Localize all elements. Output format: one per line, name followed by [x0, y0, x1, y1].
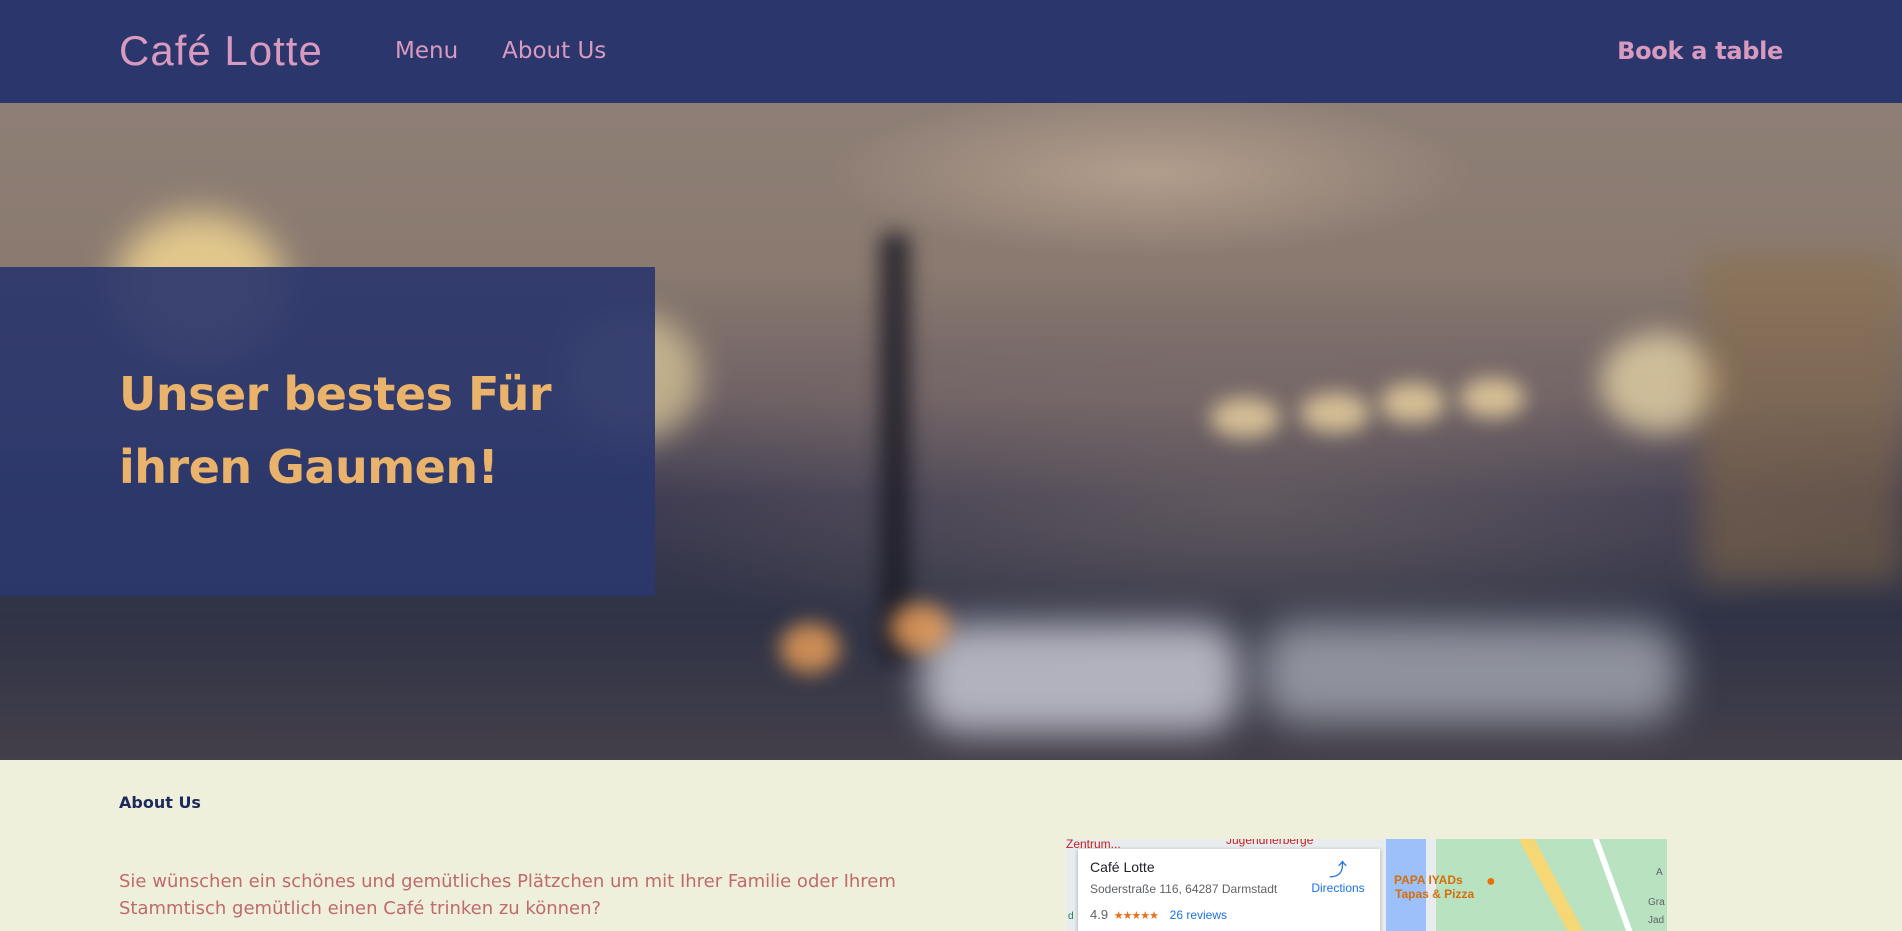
logo[interactable]: Café Lotte	[119, 26, 323, 76]
directions-icon: ⤴	[1329, 860, 1347, 881]
nav-menu-link[interactable]: Menu	[395, 36, 458, 66]
place-name: Café Lotte	[1090, 859, 1155, 875]
nav-about-us-link[interactable]: About Us	[502, 36, 606, 66]
main-nav: Menu About Us	[395, 36, 606, 66]
reviews-link[interactable]: 26 reviews	[1170, 908, 1227, 922]
bokeh-light	[1380, 383, 1445, 423]
map-label: A	[1656, 867, 1663, 878]
google-map[interactable]: Zentrum... Jugendherberge PAPA IYADs Tap…	[1066, 839, 1667, 931]
map-label: PAPA IYADs	[1394, 873, 1463, 887]
bokeh-light	[1260, 623, 1680, 723]
warm-wall	[1700, 253, 1902, 583]
rating-value: 4.9	[1090, 907, 1109, 922]
bokeh-light	[1210, 398, 1280, 438]
bokeh-light	[1300, 393, 1370, 433]
directions-label: Directions	[1311, 881, 1365, 895]
map-label: Jugendherberge	[1226, 839, 1314, 847]
map-label: Gra	[1648, 897, 1665, 908]
restaurant-pin-icon[interactable]: ●	[1486, 873, 1496, 891]
about-section-label: About Us	[119, 793, 201, 812]
dark-pillar	[880, 233, 910, 663]
about-text: Sie wünschen ein schönes und gemütliches…	[119, 871, 896, 919]
place-rating-row: 4.9 ★★★★★ 26 reviews	[1090, 907, 1227, 922]
site-header: Café Lotte Menu About Us Book a table	[0, 0, 1902, 103]
rating-stars-icon: ★★★★★	[1113, 910, 1159, 922]
directions-button[interactable]: ⤴ Directions	[1303, 860, 1373, 896]
bokeh-light	[890, 603, 950, 653]
book-a-table-button[interactable]: Book a table	[1617, 36, 1783, 66]
map-label: d	[1068, 911, 1074, 922]
map-label: Jad	[1648, 915, 1665, 926]
place-info-card: Café Lotte Soderstraße 116, 64287 Darmst…	[1078, 849, 1380, 931]
place-address: Soderstraße 116, 64287 Darmstadt	[1090, 882, 1278, 896]
bokeh-light	[1460, 378, 1525, 418]
bokeh-light	[920, 623, 1240, 733]
bokeh-light	[780, 623, 840, 673]
hero-title: Unser bestes Für ihren Gaumen!	[119, 367, 552, 494]
map-label: Tapas & Pizza	[1395, 887, 1475, 901]
